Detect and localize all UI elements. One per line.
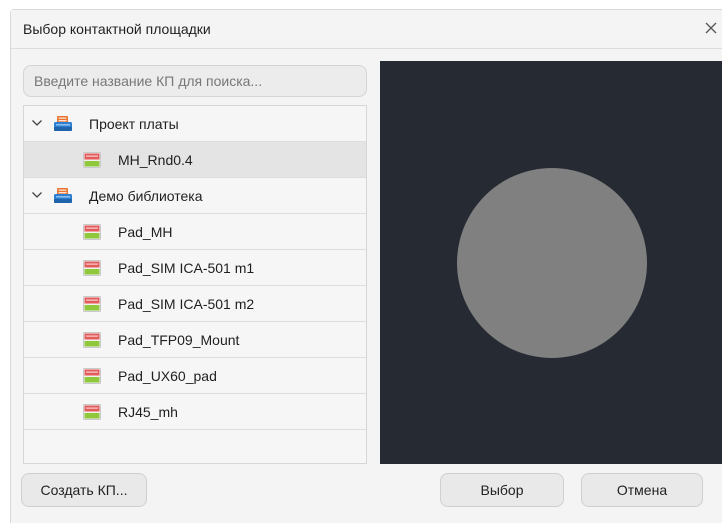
tree-item[interactable]: Pad_UX60_pad	[24, 358, 366, 394]
tree-item[interactable]: MH_Rnd0.4	[24, 142, 366, 178]
pad-selection-dialog: Выбор контактной площадки Проект платы	[10, 9, 722, 523]
pad-preview	[380, 61, 722, 464]
tree-group-label: Демо библиотека	[89, 188, 203, 204]
create-pad-button[interactable]: Создать КП...	[21, 473, 147, 507]
tree-item[interactable]: RJ45_mh	[24, 394, 366, 430]
dialog-title: Выбор контактной площадки	[23, 21, 211, 37]
tree-item-label: RJ45_mh	[118, 404, 178, 420]
pad-icon	[83, 152, 101, 168]
search-input[interactable]	[23, 65, 367, 97]
tree-group-board-project[interactable]: Проект платы	[24, 106, 366, 142]
database-icon	[54, 188, 72, 203]
tree-item-label: Pad_TFP09_Mount	[118, 332, 240, 348]
title-bar: Выбор контактной площадки	[11, 10, 722, 49]
tree-group-label: Проект платы	[89, 116, 179, 132]
pad-tree: Проект платы MH_Rnd0.4 Демо библиотека P…	[23, 105, 367, 464]
select-button[interactable]: Выбор	[440, 473, 564, 507]
close-icon[interactable]	[702, 18, 720, 38]
pad-shape-preview	[457, 168, 647, 358]
tree-item[interactable]: Pad_SIM ICA-501 m1	[24, 250, 366, 286]
tree-item[interactable]: Pad_TFP09_Mount	[24, 322, 366, 358]
chevron-down-icon[interactable]	[31, 190, 43, 200]
tree-group-demo-library[interactable]: Демо библиотека	[24, 178, 366, 214]
pad-icon	[83, 296, 101, 312]
database-icon	[54, 116, 72, 131]
pad-icon	[83, 224, 101, 240]
pad-icon	[83, 368, 101, 384]
tree-item[interactable]: Pad_MH	[24, 214, 366, 250]
tree-item-label: Pad_SIM ICA-501 m1	[118, 260, 255, 276]
tree-item-label: Pad_MH	[118, 224, 173, 240]
tree-item[interactable]: Pad_SIM ICA-501 m2	[24, 286, 366, 322]
tree-item-label: Pad_SIM ICA-501 m2	[118, 296, 255, 312]
cancel-button[interactable]: Отмена	[581, 473, 703, 507]
pad-icon	[83, 332, 101, 348]
tree-item-label: MH_Rnd0.4	[118, 152, 193, 168]
pad-icon	[83, 260, 101, 276]
tree-item-label: Pad_UX60_pad	[118, 368, 217, 384]
chevron-down-icon[interactable]	[31, 118, 43, 128]
pad-icon	[83, 404, 101, 420]
